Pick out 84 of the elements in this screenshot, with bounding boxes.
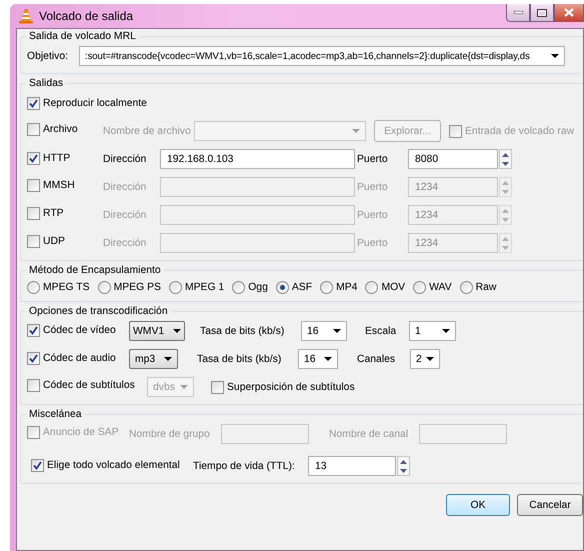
caret-icon	[352, 129, 360, 133]
radio-button[interactable]: MPEG 1	[168, 280, 224, 294]
field-label: Puerto	[357, 238, 389, 248]
caret-icon	[180, 385, 188, 389]
video-codec-dropdown[interactable]: WMV1	[129, 321, 185, 341]
group-name-field[interactable]	[221, 424, 309, 444]
maximize-button[interactable]	[530, 4, 554, 22]
radio-button[interactable]: MOV	[365, 280, 406, 294]
address-field[interactable]	[160, 205, 355, 225]
field-label: Escala	[365, 326, 398, 336]
field-label: Dirección	[103, 154, 148, 164]
group-title: Salida de volcado MRL	[28, 31, 137, 42]
radio-button[interactable]: MPEG TS	[27, 280, 90, 294]
minimize-button[interactable]	[506, 4, 530, 22]
field-label: Dirección	[103, 210, 148, 220]
bitrate-dropdown[interactable]: 16	[298, 349, 338, 369]
address-field[interactable]	[160, 233, 355, 253]
checkbox[interactable]: Superposición de subtítulos	[211, 380, 355, 394]
field-label: Dirección	[103, 238, 148, 248]
scale-dropdown[interactable]: 1	[409, 321, 456, 341]
checkbox[interactable]: HTTP	[27, 152, 70, 164]
caret-icon	[333, 329, 341, 333]
checkmark-icon	[28, 324, 39, 336]
caret-icon	[324, 357, 332, 361]
checkmark-icon	[28, 152, 39, 164]
file-name-dropdown[interactable]	[194, 121, 366, 141]
radio-button[interactable]: ASF	[276, 280, 312, 294]
audio-codec-dropdown[interactable]: mp3	[129, 349, 178, 369]
group-title: Método de Encapsulamiento	[28, 265, 162, 276]
checkmark-icon	[32, 460, 43, 470]
radio-button[interactable]: Ogg	[232, 280, 268, 294]
group-title: Miscelánea	[28, 409, 83, 420]
maximize-icon	[537, 8, 547, 16]
channel-name-field[interactable]	[419, 424, 507, 444]
minimize-icon	[514, 11, 522, 14]
field-label: Tiempo de vida (TTL):	[193, 460, 296, 472]
caret-icon	[551, 54, 559, 58]
field-label: Tasa de bits (kb/s)	[200, 326, 286, 336]
checkmark-icon	[28, 352, 39, 364]
channels-dropdown[interactable]: 2	[410, 349, 440, 369]
dialog-button[interactable]: OK	[446, 494, 510, 516]
bitrate-dropdown[interactable]: 16	[301, 321, 347, 341]
checkbox[interactable]: Códec de audio	[27, 352, 116, 364]
field-label: Dirección	[103, 182, 148, 192]
field-label: Puerto	[357, 210, 389, 220]
field-label: Puerto	[357, 154, 389, 164]
checkbox[interactable]: Elige todo volcado elemental	[31, 458, 180, 472]
traffic-cone-icon	[18, 8, 34, 24]
radio-button[interactable]: MPEG PS	[98, 280, 161, 294]
checkbox[interactable]: Archivo	[27, 123, 78, 136]
address-field[interactable]: 192.168.0.103	[160, 149, 355, 169]
field-label: Puerto	[357, 182, 389, 192]
checkbox[interactable]: RTP	[27, 207, 64, 220]
checkbox[interactable]: MMSH	[27, 179, 75, 192]
destination-dropdown[interactable]: :sout=#transcode{vcodec=WMV1,vb=16,scale=1,acodec=mp3,ab=16,channels=2}:duplicate{dst=display,ds	[79, 46, 565, 66]
spinner-arrows[interactable]	[397, 456, 410, 476]
field-label: Canales	[357, 354, 396, 364]
checkbox[interactable]: Códec de subtítulos	[27, 379, 135, 392]
field-label: Objetivo:	[27, 50, 70, 62]
caret-icon	[173, 329, 181, 333]
checkbox[interactable]: UDP	[27, 235, 65, 248]
port-field[interactable]: 8080	[408, 149, 498, 169]
checkbox[interactable]: Códec de vídeo	[27, 324, 116, 336]
field-label: Tasa de bits (kb/s)	[197, 354, 282, 364]
field-label: Nombre de canal	[329, 428, 410, 440]
caret-icon	[442, 329, 450, 333]
address-field[interactable]	[160, 177, 355, 197]
window-title: Volcado de salida	[39, 9, 134, 23]
ttl-field[interactable]: 13	[308, 456, 396, 476]
checkmark-icon	[28, 98, 39, 108]
group-title: Opciones de transcodificación	[28, 306, 169, 317]
caret-icon	[426, 357, 434, 361]
radio-button[interactable]: WAV	[413, 280, 452, 294]
close-icon	[564, 8, 574, 17]
spinner-arrows[interactable]	[499, 149, 512, 169]
radio-button[interactable]: MP4	[320, 280, 358, 294]
close-button[interactable]	[554, 4, 584, 22]
dialog-button[interactable]: Cancelar	[517, 494, 583, 516]
radio-button[interactable]: Raw	[460, 280, 496, 294]
field-label: Nombre de archivo	[103, 126, 192, 136]
checkbox[interactable]: Reproducir localmente	[27, 96, 147, 110]
field-label: Nombre de grupo	[129, 428, 211, 440]
caret-icon	[164, 357, 172, 361]
group-title: Salidas	[28, 78, 64, 89]
